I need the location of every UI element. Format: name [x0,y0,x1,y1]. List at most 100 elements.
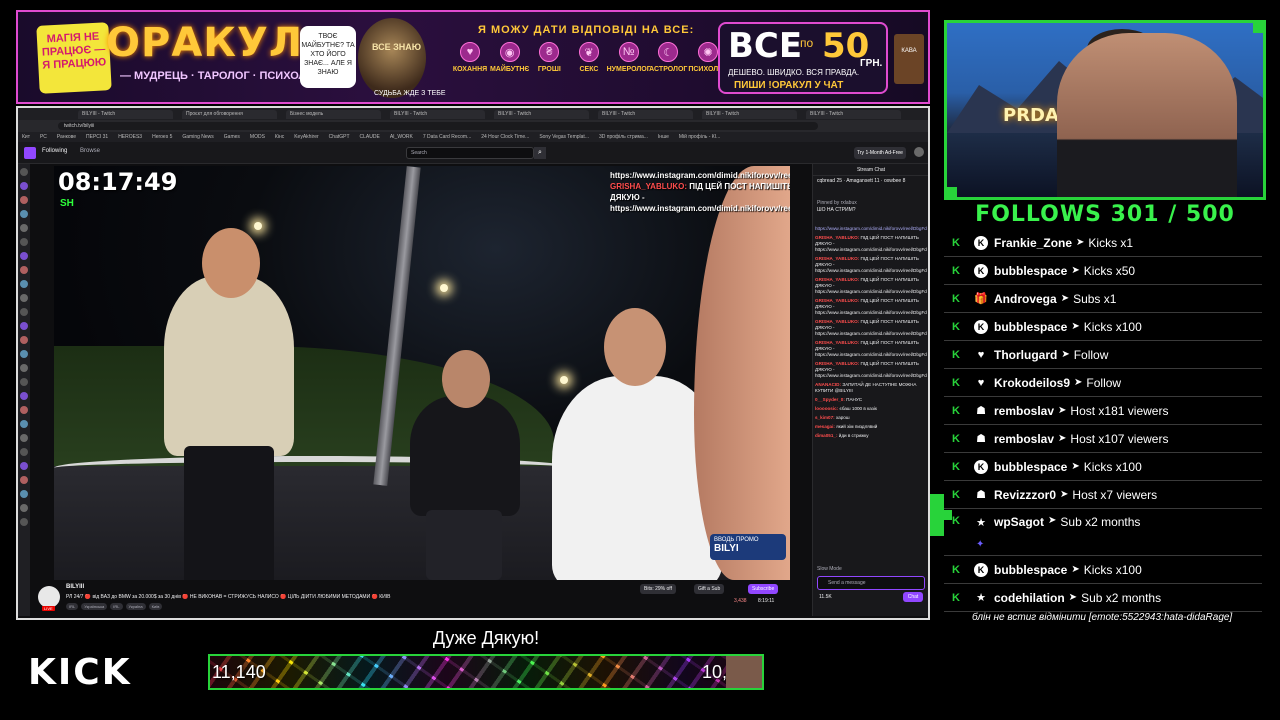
channel-avatar[interactable] [38,586,60,608]
followed-channel-avatar[interactable] [20,266,28,274]
kick-logo: KICK [28,652,132,693]
browser-tab[interactable]: BILYIII - Twitch [702,110,797,119]
bookmark-item[interactable]: Heroes 5 [152,134,172,140]
followed-channel-avatar[interactable] [20,294,28,302]
search-icon[interactable]: ⌕ [534,147,546,159]
chat-username[interactable]: GRISHA_YABLUKO: [815,340,861,345]
followed-channel-avatar[interactable] [20,210,28,218]
channel-name[interactable]: BILYIII [66,584,84,590]
stream-tag[interactable]: IRL [66,603,79,610]
bookmark-item[interactable]: MODS [250,134,265,140]
followed-channel-avatar[interactable] [20,392,28,400]
bookmark-item[interactable]: KeyAkhirer [294,134,318,140]
bookmark-item[interactable]: 24 Hour Clock Time... [481,134,529,140]
followed-channel-avatar[interactable] [20,168,28,176]
chat-header: Stream Chat [813,164,928,176]
followed-channel-avatar[interactable] [20,182,28,190]
followed-channel-avatar[interactable] [20,378,28,386]
chat-username[interactable]: looooosic: [815,406,840,411]
chat-username[interactable]: ANANACID: [815,382,842,387]
chat-username[interactable]: 0__Spyder_0: [815,397,846,402]
nav-browse[interactable]: Browse [80,148,100,154]
bookmark-item[interactable]: CLAUDE [360,134,380,140]
stream-tag[interactable]: Україна [125,603,146,610]
chat-username[interactable]: s_kim07: [815,415,836,420]
chat-messages[interactable]: https://www.instagram.com/dimid.nikiforo… [815,226,927,560]
browser-tab[interactable]: Бізнес модель [286,110,381,119]
browser-tab[interactable]: BILYIII - Twitch [494,110,589,119]
address-bar[interactable]: twitch.tv/bilyiii [58,122,818,130]
chat-username[interactable]: GRISHA_YABLUKO: [815,235,861,240]
followed-channel-avatar[interactable] [20,448,28,456]
bookmark-item[interactable]: Мій профіль - КІ... [679,134,720,140]
search-input[interactable]: Search [406,147,534,159]
followed-channel-avatar[interactable] [20,406,28,414]
browser-tab[interactable]: BILYIII - Twitch [806,110,901,119]
subscribe-button[interactable]: Subscribe [748,584,779,594]
nav-following[interactable]: Following [42,148,67,154]
followed-channel-avatar[interactable] [20,476,28,484]
heart-icon: ♥ [977,348,985,361]
chat-username[interactable]: mesagai: [815,424,836,429]
gift-sub-button[interactable]: Gift a Sub [694,584,725,594]
followed-channel-avatar[interactable] [20,518,28,526]
bookmark-item[interactable]: 3D профіль стрима... [599,134,648,140]
chat-message: GRISHA_YABLUKO: ПІД ЦЕЙ ПОСТ НАПИШІТЬ ДЯ… [815,277,927,295]
stream-tag[interactable]: Київ [148,603,163,610]
followed-channel-avatar[interactable] [20,504,28,512]
chat-message: ANANACID: ЗАПИТАЙ ДЕ НАСТУПНЕ МОЖНА КУПИ… [815,382,927,394]
crystal-ball-icon: ◉ [499,42,520,62]
bookmark-item[interactable]: Gaming News [182,134,213,140]
twitch-logo-icon[interactable] [24,147,36,159]
chat-username[interactable]: GRISHA_YABLUKO: [815,277,861,282]
followed-channel-avatar[interactable] [20,280,28,288]
bookmark-item[interactable]: ChatGPT [329,134,350,140]
followed-channel-avatar[interactable] [20,238,28,246]
channel-points[interactable]: 11.5K [819,594,832,600]
bookmark-item[interactable]: Інше [658,134,669,140]
followed-channel-avatar[interactable] [20,308,28,316]
kick-k-icon: K [952,563,960,576]
bookmark-item[interactable]: 7 Data Card Recom... [423,134,471,140]
chat-username[interactable]: GRISHA_YABLUKO: [815,298,861,303]
video-player[interactable]: 08:17:49 SH https://www.instagram.com/di… [54,166,790,580]
followed-channel-avatar[interactable] [20,434,28,442]
stream-tag[interactable]: IRL [110,603,123,610]
followed-channel-avatar[interactable] [20,490,28,498]
chat-send-button[interactable]: Chat [903,592,923,602]
browser-tab[interactable]: BILYIII - Twitch [78,110,173,119]
browser-tab[interactable]: BILYIII - Twitch [390,110,485,119]
browser-tab[interactable]: Проєкт для обговорення [182,110,277,119]
chat-username[interactable]: GRISHA_YABLUKO: [815,256,861,261]
gifter-count: 11 [874,178,880,184]
bookmark-item[interactable]: HEROES3 [118,134,142,140]
bookmark-item[interactable]: Games [224,134,240,140]
browser-tab[interactable]: BILYIII - Twitch [598,110,693,119]
bookmark-item[interactable]: Sony Vegas Templat... [539,134,589,140]
bookmark-item[interactable]: Ранкове [57,134,76,140]
bits-button[interactable]: Bits: 29% off [640,584,676,594]
event-user: Krokodeilos9 [994,375,1071,390]
followed-channel-avatar[interactable] [20,350,28,358]
avatar[interactable] [914,147,924,157]
pinned-message[interactable]: Pinned by rxlabux ШО НА СТРИМ? [817,200,925,214]
followed-channel-avatar[interactable] [20,322,28,330]
chat-input[interactable]: Send a message [817,576,925,590]
bookmark-item[interactable]: ПЕРСІ 31 [86,134,108,140]
followed-channel-avatar[interactable] [20,364,28,372]
followed-channel-avatar[interactable] [20,252,28,260]
followed-channel-avatar[interactable] [20,196,28,204]
followed-channel-avatar[interactable] [20,462,28,470]
bookmark-item[interactable]: AI_WORK [390,134,413,140]
chat-username[interactable]: dima051_: [815,433,839,438]
bookmark-item[interactable]: Кінс [275,134,284,140]
followed-channel-avatar[interactable] [20,336,28,344]
ad-free-button[interactable]: Try 1-Month Ad-Free [854,147,906,159]
followed-channel-avatar[interactable] [20,224,28,232]
chat-username[interactable]: GRISHA_YABLUKO: [815,361,861,366]
stream-tag[interactable]: Українська [81,603,108,610]
chat-username[interactable]: GRISHA_YABLUKO: [815,319,861,324]
followed-channel-avatar[interactable] [20,420,28,428]
bookmark-item[interactable]: РС [40,134,47,140]
bookmark-item[interactable]: Кит [22,134,30,140]
